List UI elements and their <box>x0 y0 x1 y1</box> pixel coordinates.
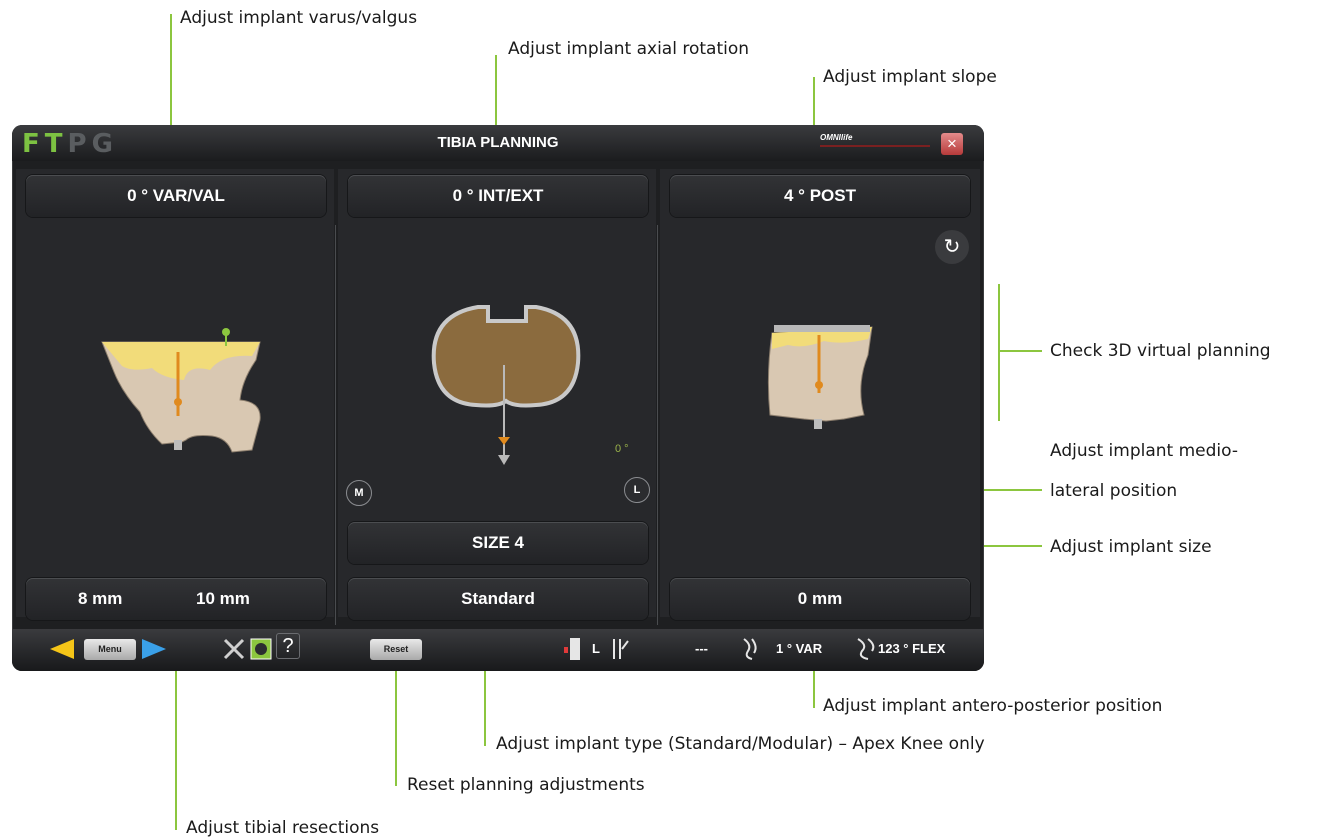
tibia-planning-window: FTPG TIBIA PLANNING OMNIlife × 0 ° VAR/V… <box>12 125 984 671</box>
leader-check-3d-bracket <box>998 284 1000 421</box>
annotation-medio-lateral-line2: lateral position <box>1050 481 1178 501</box>
bottom-toolbar: Menu L --- 1 ° VAR 123 ° FLEX <box>12 629 984 671</box>
rotate-3d-button[interactable]: ↻ <box>935 230 969 264</box>
implant-type-button[interactable]: Standard <box>348 578 648 620</box>
reset-button[interactable]: Reset <box>370 639 422 660</box>
annotation-check-3d: Check 3D virtual planning <box>1050 341 1271 361</box>
help-button[interactable]: ? <box>276 633 300 659</box>
int-ext-rotation-button[interactable]: 0 ° INT/EXT <box>348 175 648 217</box>
axial-orange-arrow <box>498 437 510 445</box>
leader-check-3d-tick <box>998 350 1042 352</box>
posterior-slope-button[interactable]: 4 ° POST <box>670 175 970 217</box>
title-bar: FTPG TIBIA PLANNING OMNIlife × <box>12 125 984 161</box>
implant-size-button[interactable]: SIZE 4 <box>348 522 648 564</box>
annotation-implant-type: Adjust implant type (Standard/Modular) –… <box>496 734 985 754</box>
varus-readout: 1 ° VAR <box>776 641 823 656</box>
sagittal-tibia-model[interactable] <box>764 315 884 455</box>
annotation-tibial-resections: Adjust tibial resections <box>186 818 380 838</box>
axial-tibia-model[interactable] <box>418 295 598 475</box>
annotation-size: Adjust implant size <box>1050 537 1212 557</box>
frontal-stem <box>174 440 182 450</box>
panel-divider-right <box>657 225 658 625</box>
back-arrow-icon[interactable] <box>48 637 74 661</box>
antero-posterior-button[interactable]: 0 mm <box>670 578 970 620</box>
axial-grey-arrow <box>498 455 510 465</box>
tracker-icon <box>613 639 629 659</box>
knee-var-icon <box>743 638 757 660</box>
sagittal-axis-dot <box>815 381 823 389</box>
forward-arrow-icon[interactable] <box>142 637 168 661</box>
leg-icon <box>564 638 580 660</box>
side-indicator: L <box>592 641 600 656</box>
close-button[interactable]: × <box>941 133 963 155</box>
tibial-resection-panel: 8 mm 10 mm <box>26 578 326 620</box>
panel-divider-left <box>335 225 336 625</box>
tools-icon[interactable] <box>222 637 246 661</box>
annotation-axial-rotation: Adjust implant axial rotation <box>508 39 750 59</box>
varus-valgus-button[interactable]: 0 ° VAR/VAL <box>26 175 326 217</box>
annotation-varus-valgus: Adjust implant varus/valgus <box>180 8 418 28</box>
camera-icon[interactable] <box>250 637 272 661</box>
tray-outline <box>431 305 581 408</box>
lateral-button[interactable]: L <box>624 477 650 503</box>
sagittal-tray <box>774 325 870 332</box>
flexion-readout: 123 ° FLEX <box>878 641 946 656</box>
medial-resection-value[interactable]: 8 mm <box>78 578 122 620</box>
rotation-degree-readout: 0 ° <box>615 443 629 455</box>
medial-button[interactable]: M <box>346 480 372 506</box>
close-icon: × <box>947 134 957 153</box>
frontal-adjust-handle <box>222 328 230 336</box>
knee-flex-icon <box>857 638 875 660</box>
annotation-slope: Adjust implant slope <box>823 67 997 87</box>
brand-underline <box>820 145 930 147</box>
lateral-resection-value[interactable]: 10 mm <box>196 578 250 620</box>
frontal-axis-dot <box>174 398 182 406</box>
menu-button[interactable]: Menu <box>84 639 136 660</box>
brand-logo: OMNIlife <box>820 133 853 142</box>
rotate-icon: ↻ <box>943 236 961 258</box>
frontal-tibia-model[interactable] <box>92 320 282 460</box>
sagittal-stem <box>814 419 822 429</box>
dash-readout: --- <box>695 641 708 656</box>
annotation-reset: Reset planning adjustments <box>407 775 645 795</box>
annotation-antero-posterior: Adjust implant antero-posterior position <box>823 696 1163 716</box>
annotation-medio-lateral-line1: Adjust implant medio- <box>1050 441 1238 461</box>
